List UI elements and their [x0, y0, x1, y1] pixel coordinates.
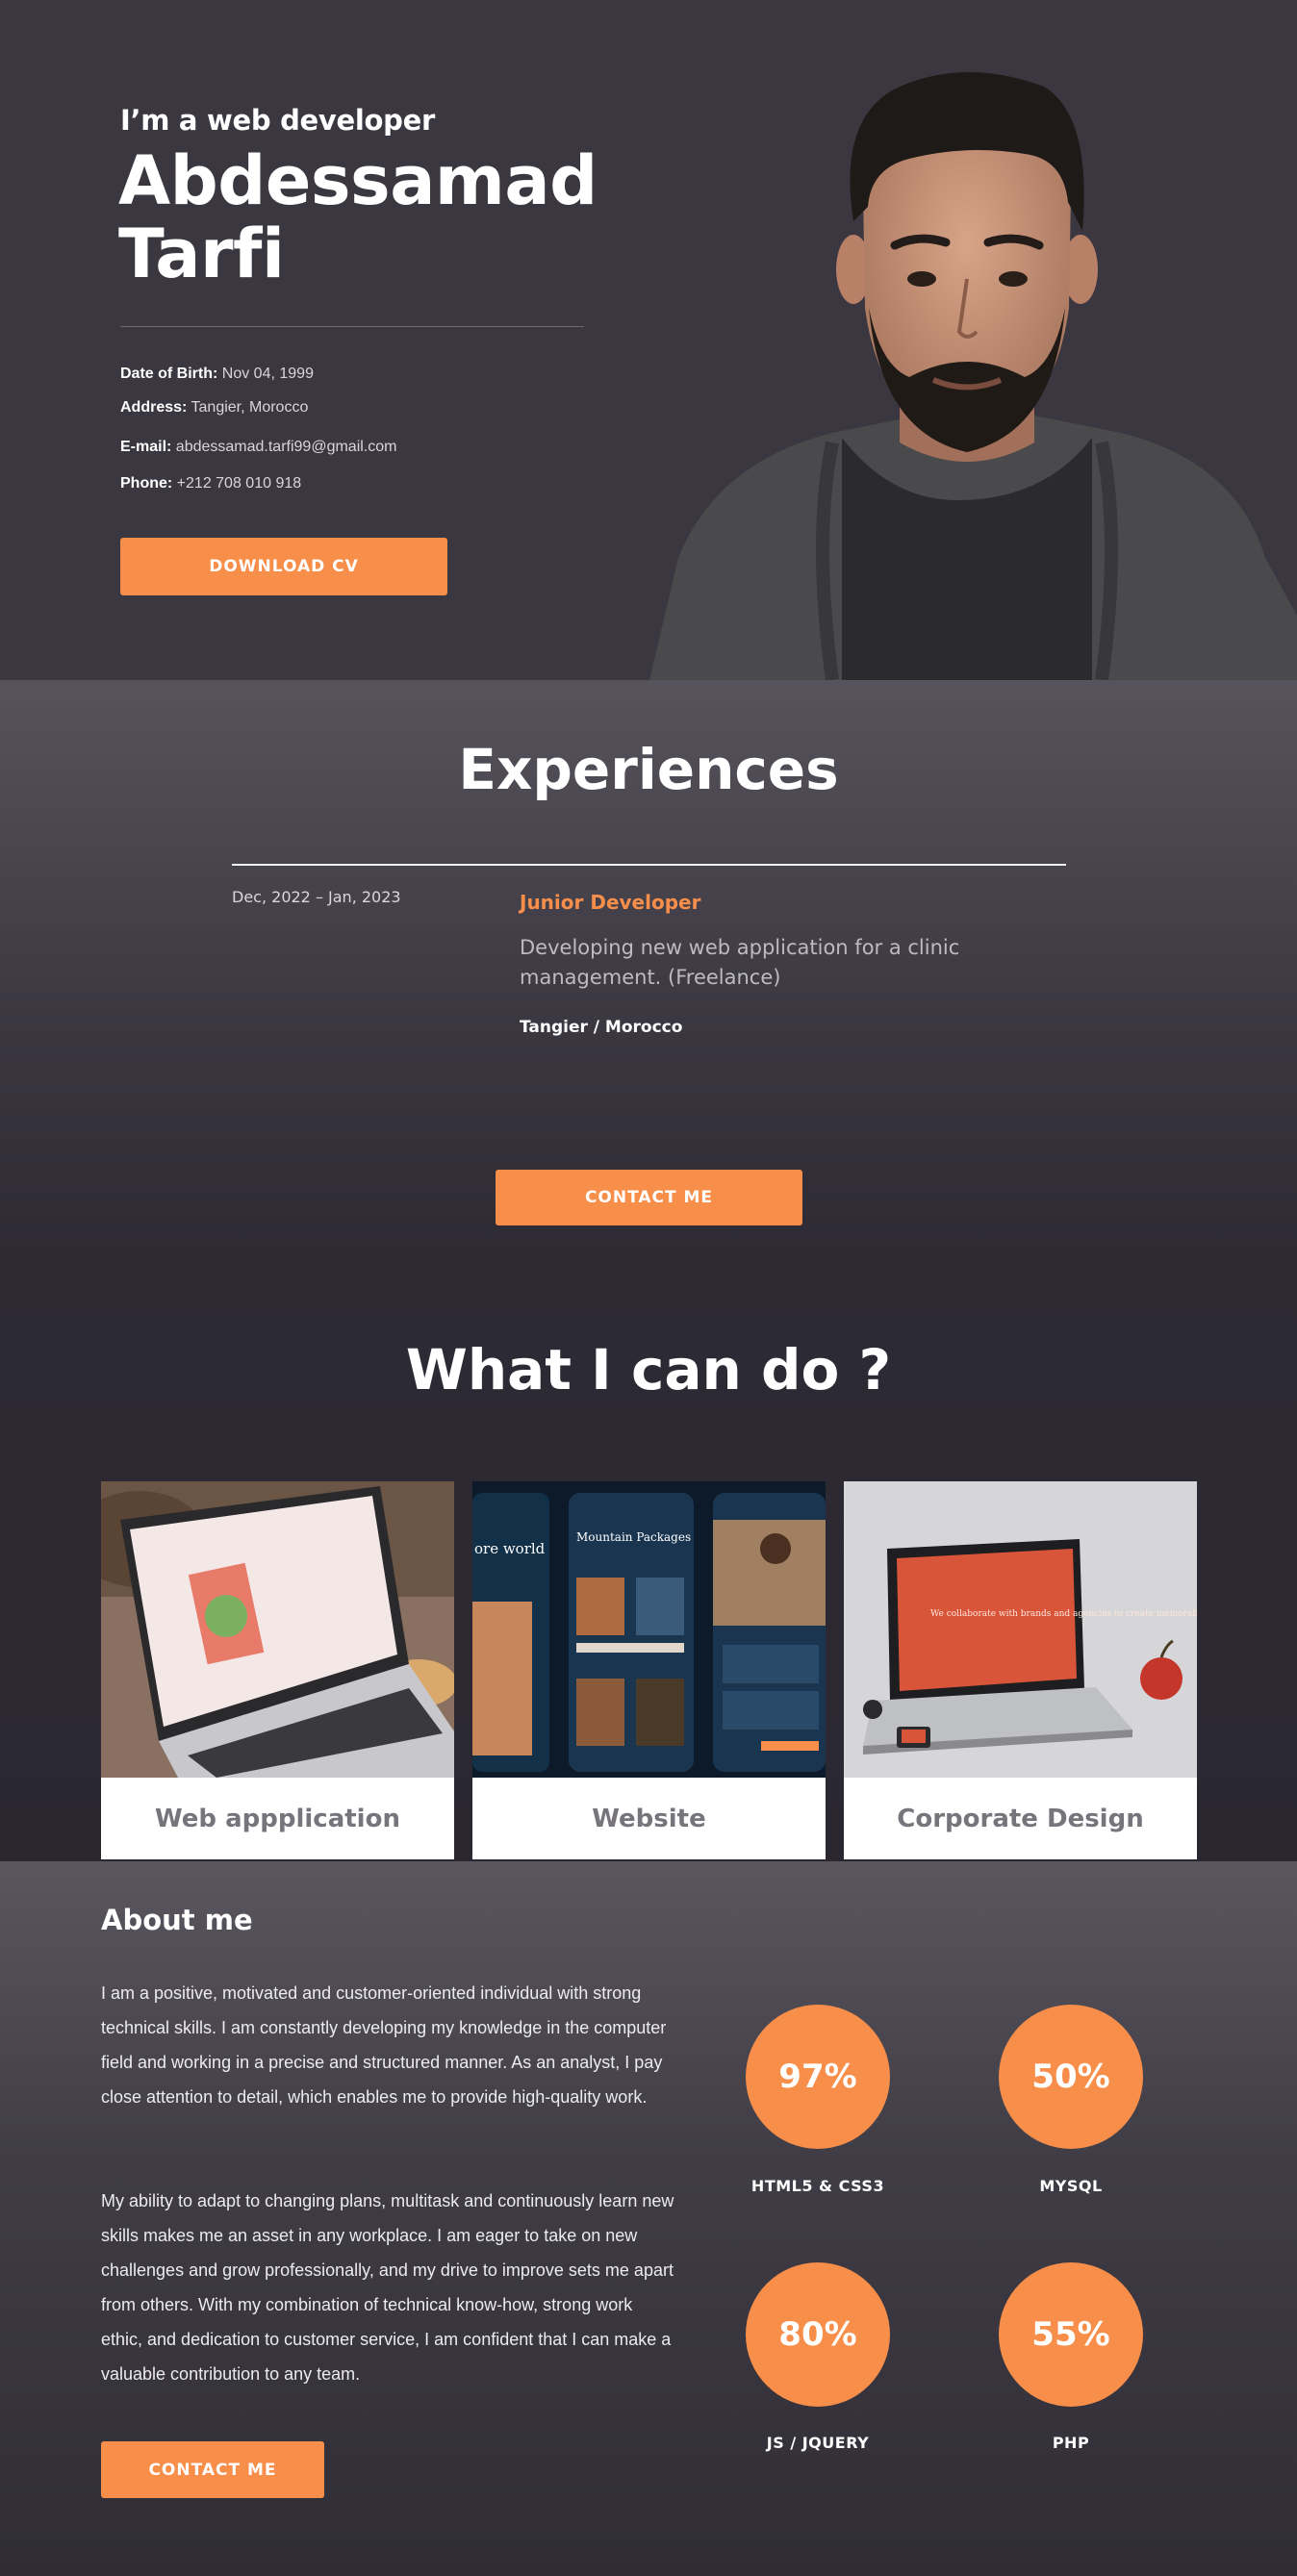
info-email: E-mail: abdessamad.tarfi99@gmail.com: [120, 439, 396, 456]
info-phone-label: Phone:: [120, 475, 173, 492]
corporate-laptop-photo: We collaborate with brands and agencies …: [844, 1481, 1197, 1778]
service-card-web-application[interactable]: Web appplication: [101, 1481, 454, 1859]
info-phone-value[interactable]: +212 708 010 918: [177, 475, 301, 492]
hero-subtitle: I’m a web developer: [120, 104, 435, 137]
skill-label-html-css: HTML5 & CSS3: [750, 2177, 885, 2195]
laptop-photo: [101, 1481, 454, 1778]
about-contact-me-button[interactable]: CONTACT ME: [101, 2441, 324, 2498]
service-card-label: Website: [592, 1804, 706, 1833]
mobile-mockups: ore world Mountain Packages: [472, 1481, 826, 1778]
explore-text: ore world: [474, 1540, 546, 1557]
skill-circle-html-css: 97%: [746, 2005, 890, 2149]
service-card-website[interactable]: ore world Mountain Packages Website: [472, 1481, 826, 1859]
hero-section: I’m a web developer Abdessamad Tarfi Dat…: [0, 0, 1297, 680]
hero-name: Abdessamad Tarfi: [118, 141, 598, 293]
mountain-text: Mountain Packages: [576, 1530, 691, 1544]
services-title: What I can do ?: [405, 1337, 892, 1402]
skill-label-php: PHP: [1052, 2434, 1090, 2452]
profile-photo: [649, 72, 1297, 680]
skill-circle-mysql: 50%: [999, 2005, 1143, 2149]
skill-circle-js-jquery: 80%: [746, 2262, 890, 2407]
info-address-label: Address:: [120, 399, 188, 416]
skill-label-js-jquery: JS / JQUERY: [766, 2434, 870, 2452]
experience-description: Developing new web application for a cli…: [520, 936, 960, 989]
download-cv-button[interactable]: DOWNLOAD CV: [120, 538, 447, 595]
info-dob-value: Nov 04, 1999: [221, 366, 314, 382]
experience-date: Dec, 2022 – Jan, 2023: [232, 888, 401, 906]
service-card-label: Corporate Design: [897, 1804, 1144, 1833]
hero-divider: [120, 326, 584, 327]
info-phone: Phone: +212 708 010 918: [120, 475, 301, 492]
skill-label-mysql: MYSQL: [1039, 2177, 1103, 2195]
info-address-value: Tangier, Morocco: [191, 399, 309, 416]
info-dob-label: Date of Birth:: [120, 366, 218, 382]
info-email-value[interactable]: abdessamad.tarfi99@gmail.com: [176, 439, 397, 455]
info-email-label: E-mail:: [120, 439, 172, 455]
skill-circle-php: 55%: [999, 2262, 1143, 2407]
info-dob: Date of Birth: Nov 04, 1999: [120, 366, 314, 383]
collab-text: We collaborate with brands and agencies …: [930, 1609, 1197, 1619]
about-paragraph-2: My ability to adapt to changing plans, m…: [101, 2191, 674, 2384]
service-card-label: Web appplication: [155, 1804, 400, 1833]
experience-role: Junior Developer: [520, 891, 701, 914]
about-title: About me: [101, 1904, 253, 1936]
about-paragraph-1: I am a positive, motivated and customer-…: [101, 1983, 667, 2107]
service-card-corporate-design[interactable]: We collaborate with brands and agencies …: [844, 1481, 1197, 1859]
info-address: Address: Tangier, Morocco: [120, 399, 308, 417]
experience-divider: [232, 864, 1066, 866]
contact-me-button[interactable]: CONTACT ME: [496, 1170, 802, 1225]
experience-location: Tangier / Morocco: [520, 1018, 683, 1037]
experiences-title: Experiences: [458, 737, 839, 802]
